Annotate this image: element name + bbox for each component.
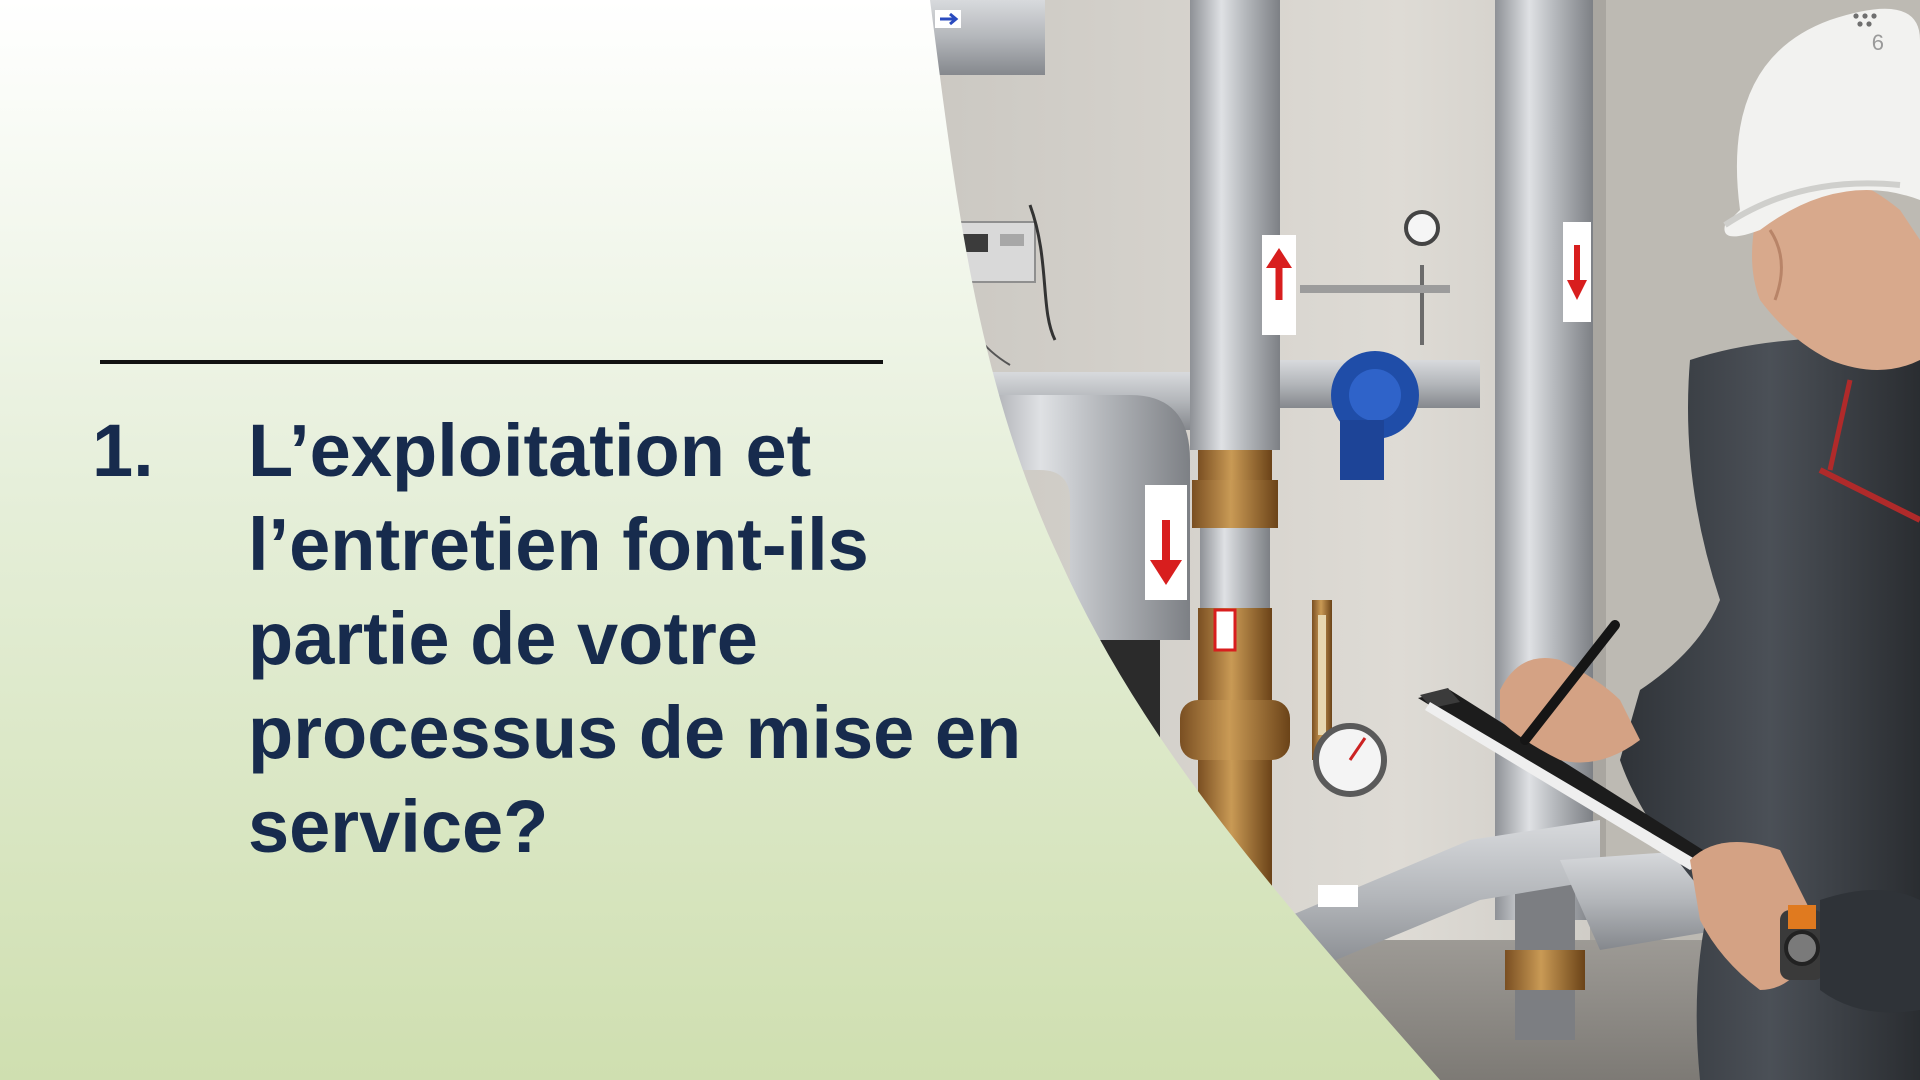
slide-question: 1. L’exploitation et l’entretien font-il…: [92, 404, 1052, 874]
dots-logo-icon: [1853, 13, 1877, 27]
question-number: 1.: [92, 409, 154, 492]
question-text: L’exploitation et l’entretien font-ils p…: [248, 409, 1022, 868]
title-rule: [100, 360, 883, 364]
slide: 1. L’exploitation et l’entretien font-il…: [0, 0, 1920, 1080]
page-number: 6: [1871, 30, 1884, 55]
